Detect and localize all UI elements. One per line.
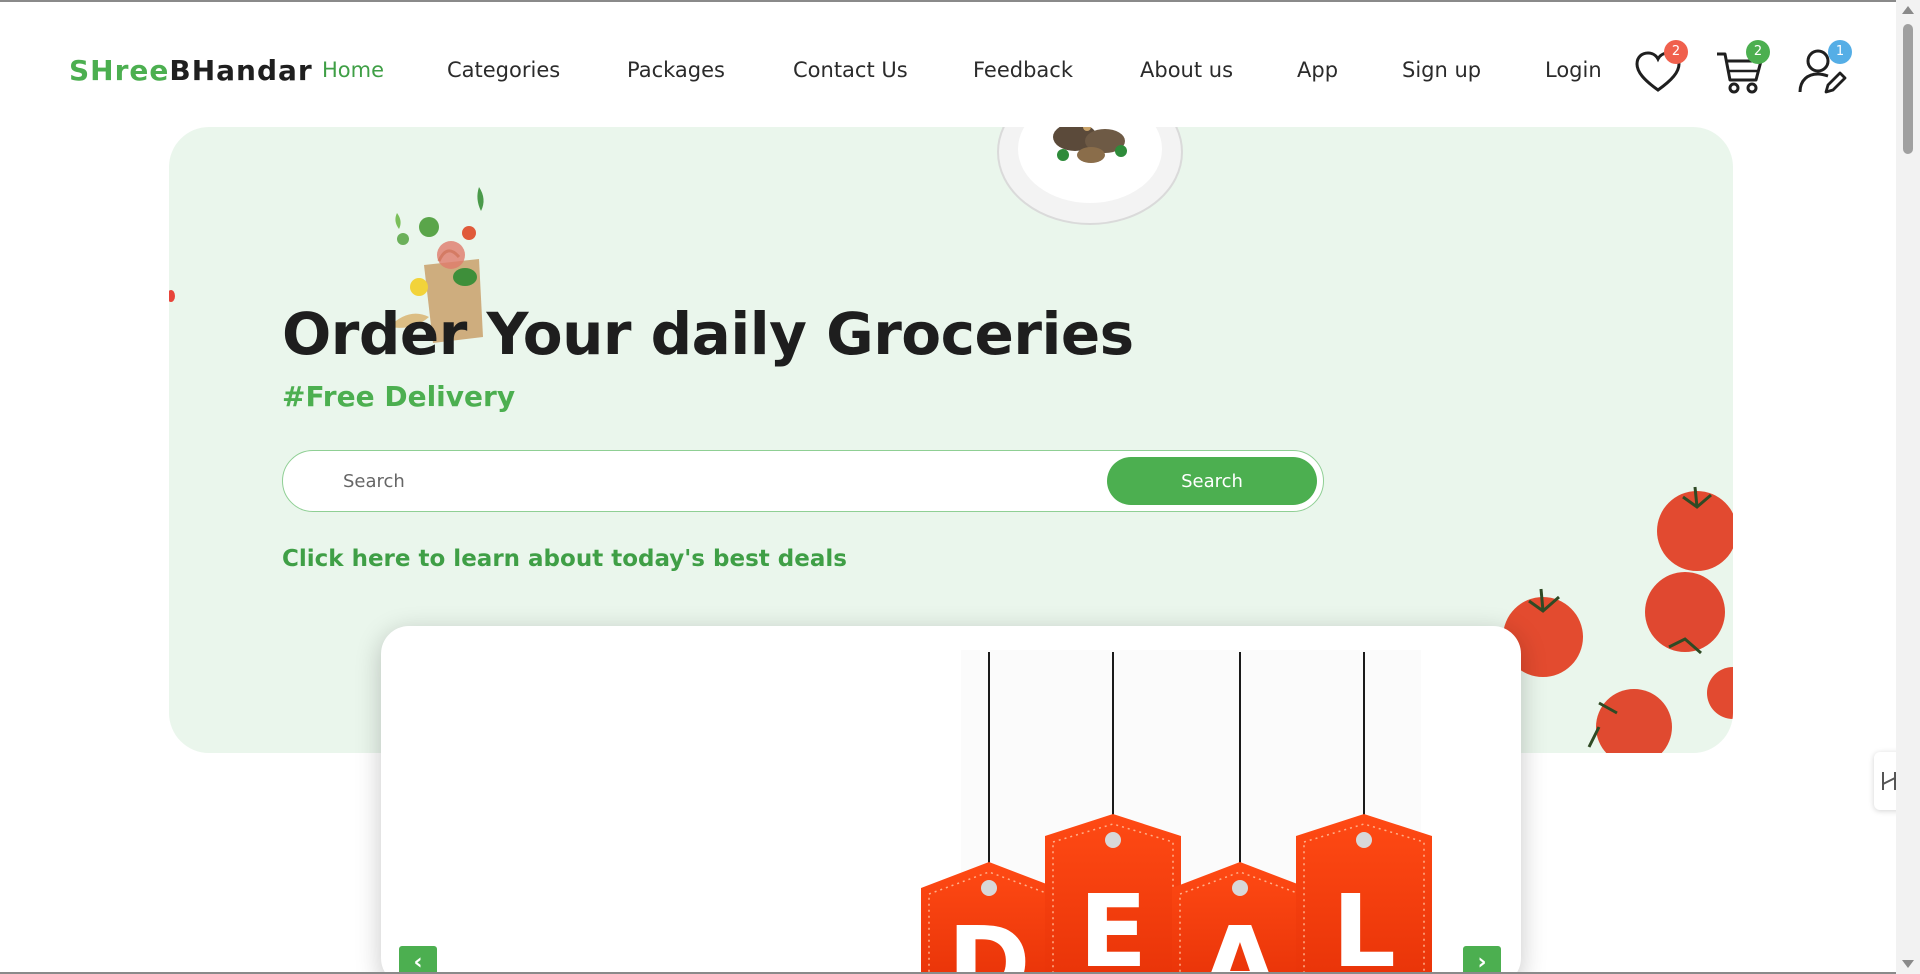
widget-handle-icon bbox=[1882, 772, 1896, 790]
search-button[interactable]: Search bbox=[1107, 457, 1317, 505]
food-bowl-image bbox=[997, 127, 1183, 225]
nav-item-categories[interactable]: Categories bbox=[447, 58, 560, 82]
search-input[interactable] bbox=[343, 465, 1043, 497]
search-bar: Search bbox=[282, 450, 1324, 512]
brand-logo-part1: SHree bbox=[69, 54, 170, 87]
brand-logo-part2: BHandar bbox=[169, 54, 313, 87]
brand-logo[interactable]: SHreeBHandar bbox=[69, 54, 313, 87]
decorative-berry bbox=[169, 290, 175, 302]
page-scrollbar[interactable] bbox=[1896, 0, 1920, 974]
carousel-prev-button[interactable]: ‹ bbox=[399, 946, 437, 974]
profile-button[interactable]: 1 bbox=[1796, 40, 1852, 98]
deal-tags-image: D E A L bbox=[921, 650, 1432, 974]
profile-count-badge: 1 bbox=[1828, 40, 1852, 64]
cart-count-badge: 2 bbox=[1746, 40, 1770, 64]
deal-letter-d: D bbox=[947, 905, 1030, 974]
hero-subtitle: #Free Delivery bbox=[282, 380, 516, 413]
carousel-next-button[interactable]: › bbox=[1463, 946, 1501, 974]
nav-item-packages[interactable]: Packages bbox=[627, 58, 725, 82]
wishlist-count-badge: 2 bbox=[1664, 40, 1688, 64]
hero-title: Order Your daily Groceries bbox=[282, 300, 1134, 368]
deal-carousel: D E A L ‹ › bbox=[381, 626, 1521, 974]
deal-letter-l: L bbox=[1332, 873, 1396, 974]
scroll-down-arrow-icon[interactable] bbox=[1902, 960, 1914, 968]
nav-item-about-us[interactable]: About us bbox=[1140, 58, 1233, 82]
deal-letter-a: A bbox=[1201, 905, 1278, 974]
nav-item-sign-up[interactable]: Sign up bbox=[1402, 58, 1481, 82]
nav-item-feedback[interactable]: Feedback bbox=[973, 58, 1073, 82]
nav-item-app[interactable]: App bbox=[1297, 58, 1338, 82]
site-header: SHreeBHandar Home Categories Packages Co… bbox=[0, 2, 1896, 124]
cart-button[interactable]: 2 bbox=[1714, 40, 1770, 98]
deal-letter-e: E bbox=[1079, 873, 1147, 974]
tomatoes-image bbox=[1491, 486, 1733, 753]
scrollbar-thumb[interactable] bbox=[1903, 24, 1913, 154]
wishlist-button[interactable]: 2 bbox=[1632, 40, 1688, 98]
nav-item-contact-us[interactable]: Contact Us bbox=[793, 58, 908, 82]
nav-item-home[interactable]: Home bbox=[322, 58, 384, 82]
nav-item-login[interactable]: Login bbox=[1545, 58, 1602, 82]
scroll-up-arrow-icon[interactable] bbox=[1902, 6, 1914, 14]
best-deals-link[interactable]: Click here to learn about today's best d… bbox=[282, 546, 847, 572]
